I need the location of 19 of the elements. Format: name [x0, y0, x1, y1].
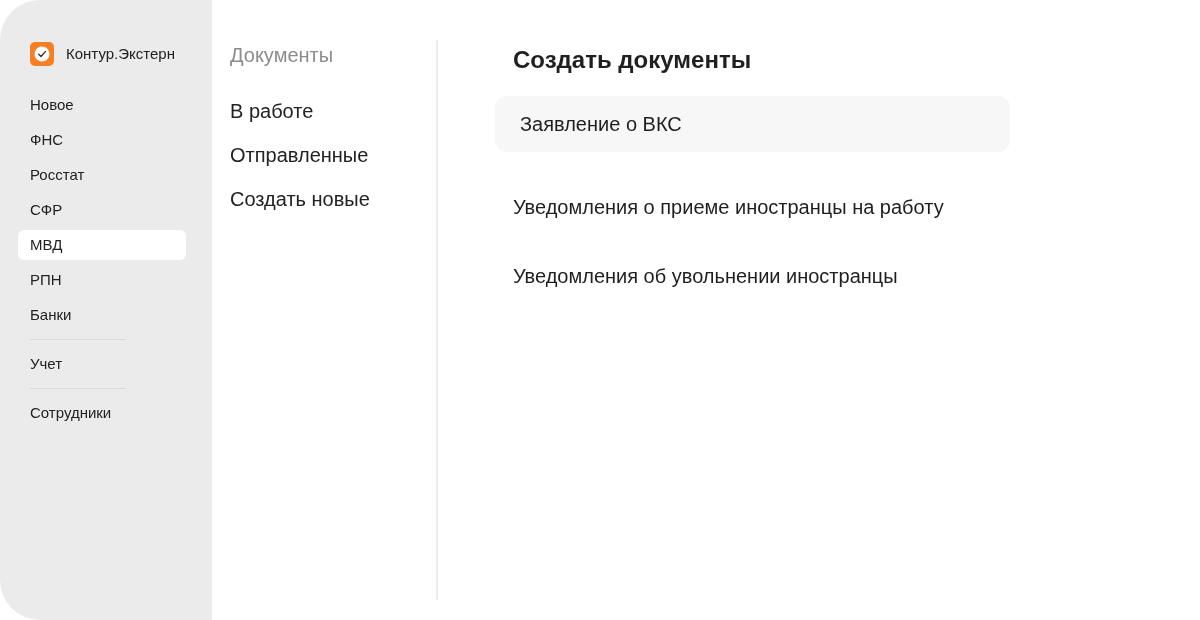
documents-menu-item[interactable]: Отправленные — [230, 143, 369, 167]
documents-heading: Документы — [230, 43, 334, 67]
document-type-item[interactable]: Уведомления о приеме иностранцы на работу — [495, 179, 1010, 235]
sidebar-item[interactable]: Учет — [18, 349, 186, 379]
sidebar-item[interactable]: РПН — [18, 265, 186, 295]
brand-name: Контур.Экстерн — [66, 43, 175, 64]
sidebar-item[interactable]: Новое — [18, 90, 186, 120]
sidebar-item[interactable]: СФР — [18, 195, 186, 225]
documents-menu-item[interactable]: В работе — [230, 99, 314, 123]
document-type-item[interactable]: Заявление о ВКС — [495, 96, 1010, 152]
sidebar-item[interactable]: Росстат — [18, 160, 186, 190]
document-type-item[interactable]: Уведомления об увольнении иностранцы — [495, 248, 1010, 304]
documents-menu-item[interactable]: Создать новые — [230, 187, 370, 211]
logo-check-icon — [30, 42, 54, 66]
sidebar-item[interactable]: МВД — [18, 230, 186, 260]
create-documents-heading: Создать документы — [513, 45, 752, 75]
sidebar-item[interactable]: ФНС — [18, 125, 186, 155]
sidebar-item[interactable]: Банки — [18, 300, 186, 330]
sidebar-item[interactable]: Сотрудники — [18, 398, 186, 428]
